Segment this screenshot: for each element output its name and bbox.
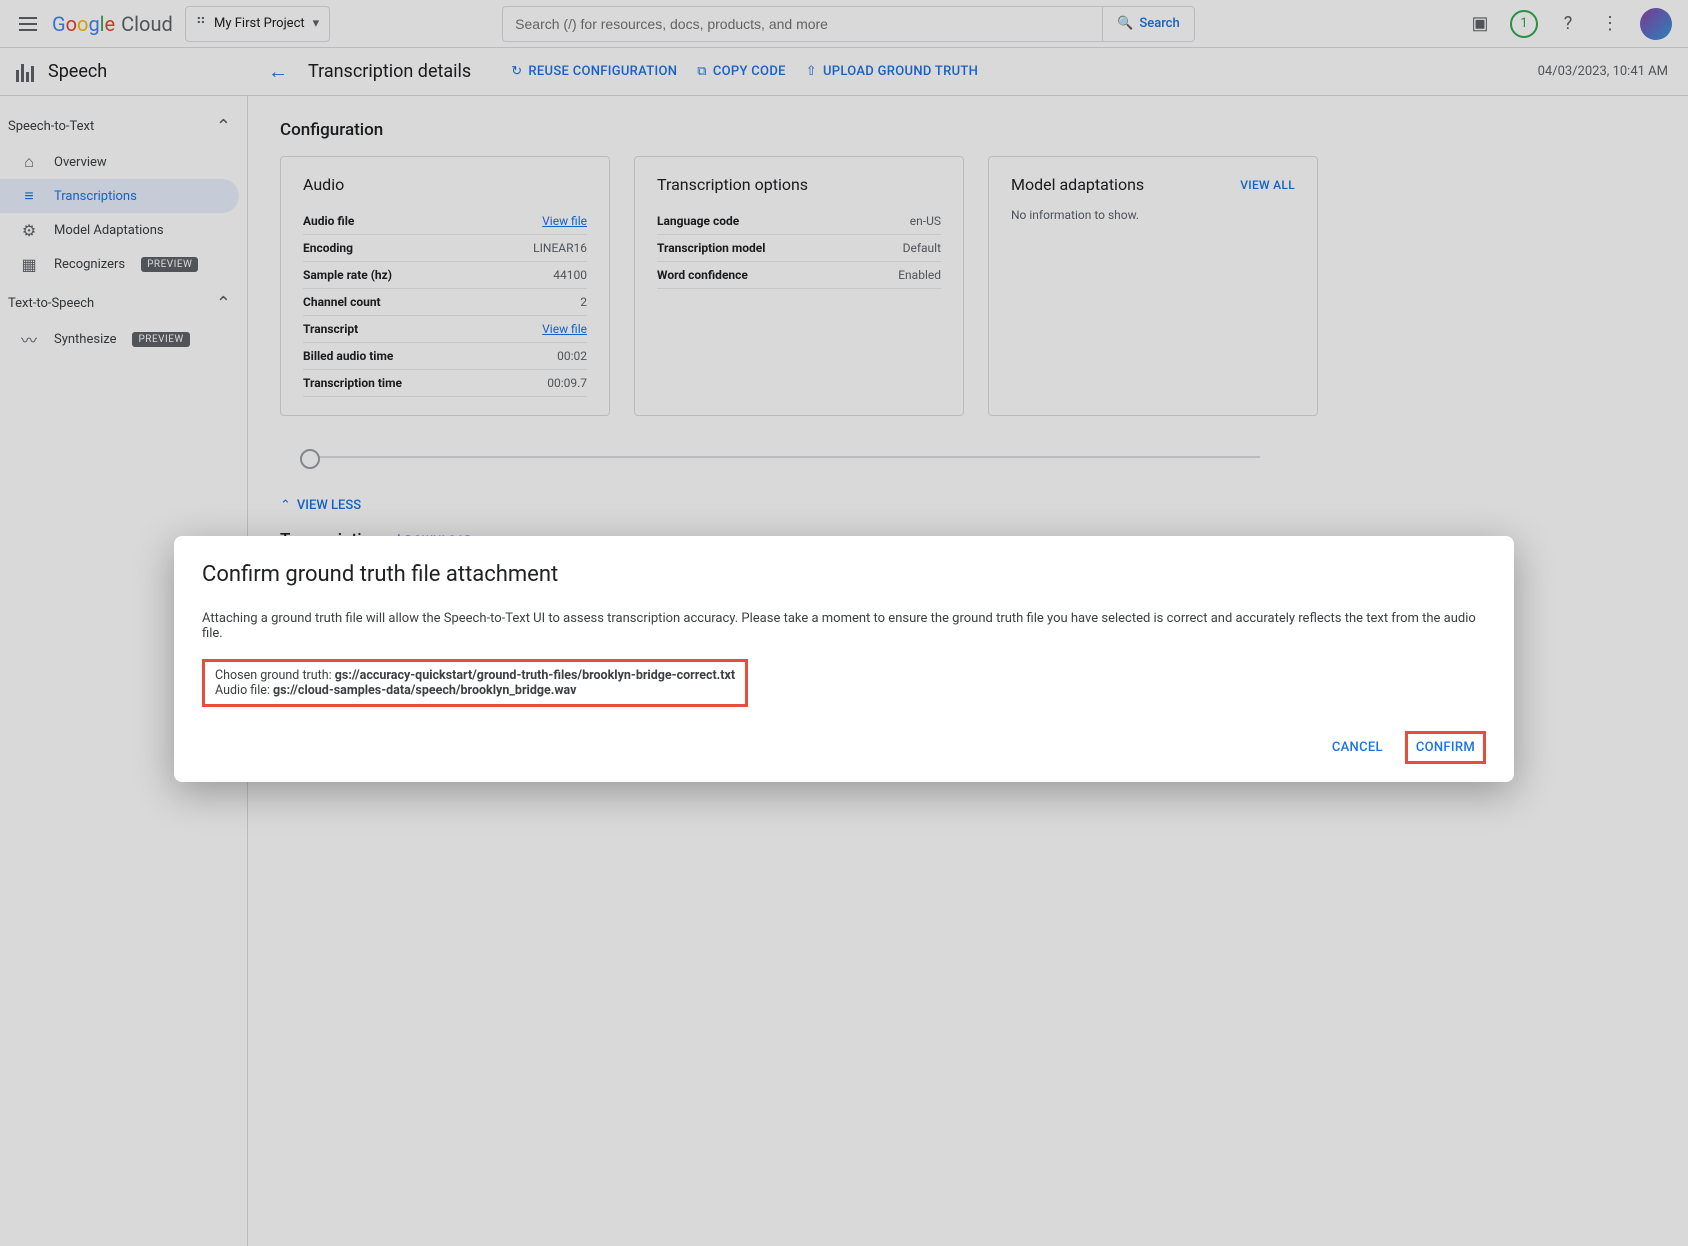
ground-truth-info-box: Chosen ground truth: gs://accuracy-quick… — [202, 659, 748, 707]
cancel-button[interactable]: CANCEL — [1320, 732, 1395, 763]
gt-label: Chosen ground truth: — [215, 668, 335, 683]
modal-body: Attaching a ground truth file will allow… — [202, 611, 1486, 641]
gt-path: gs://accuracy-quickstart/ground-truth-fi… — [335, 668, 735, 683]
audio-label: Audio file: — [215, 683, 273, 698]
confirm-button[interactable]: CONFIRM — [1405, 731, 1486, 764]
confirm-ground-truth-modal: Confirm ground truth file attachment Att… — [174, 536, 1514, 782]
modal-title: Confirm ground truth file attachment — [202, 562, 1486, 587]
audio-path: gs://cloud-samples-data/speech/brooklyn_… — [273, 683, 576, 698]
